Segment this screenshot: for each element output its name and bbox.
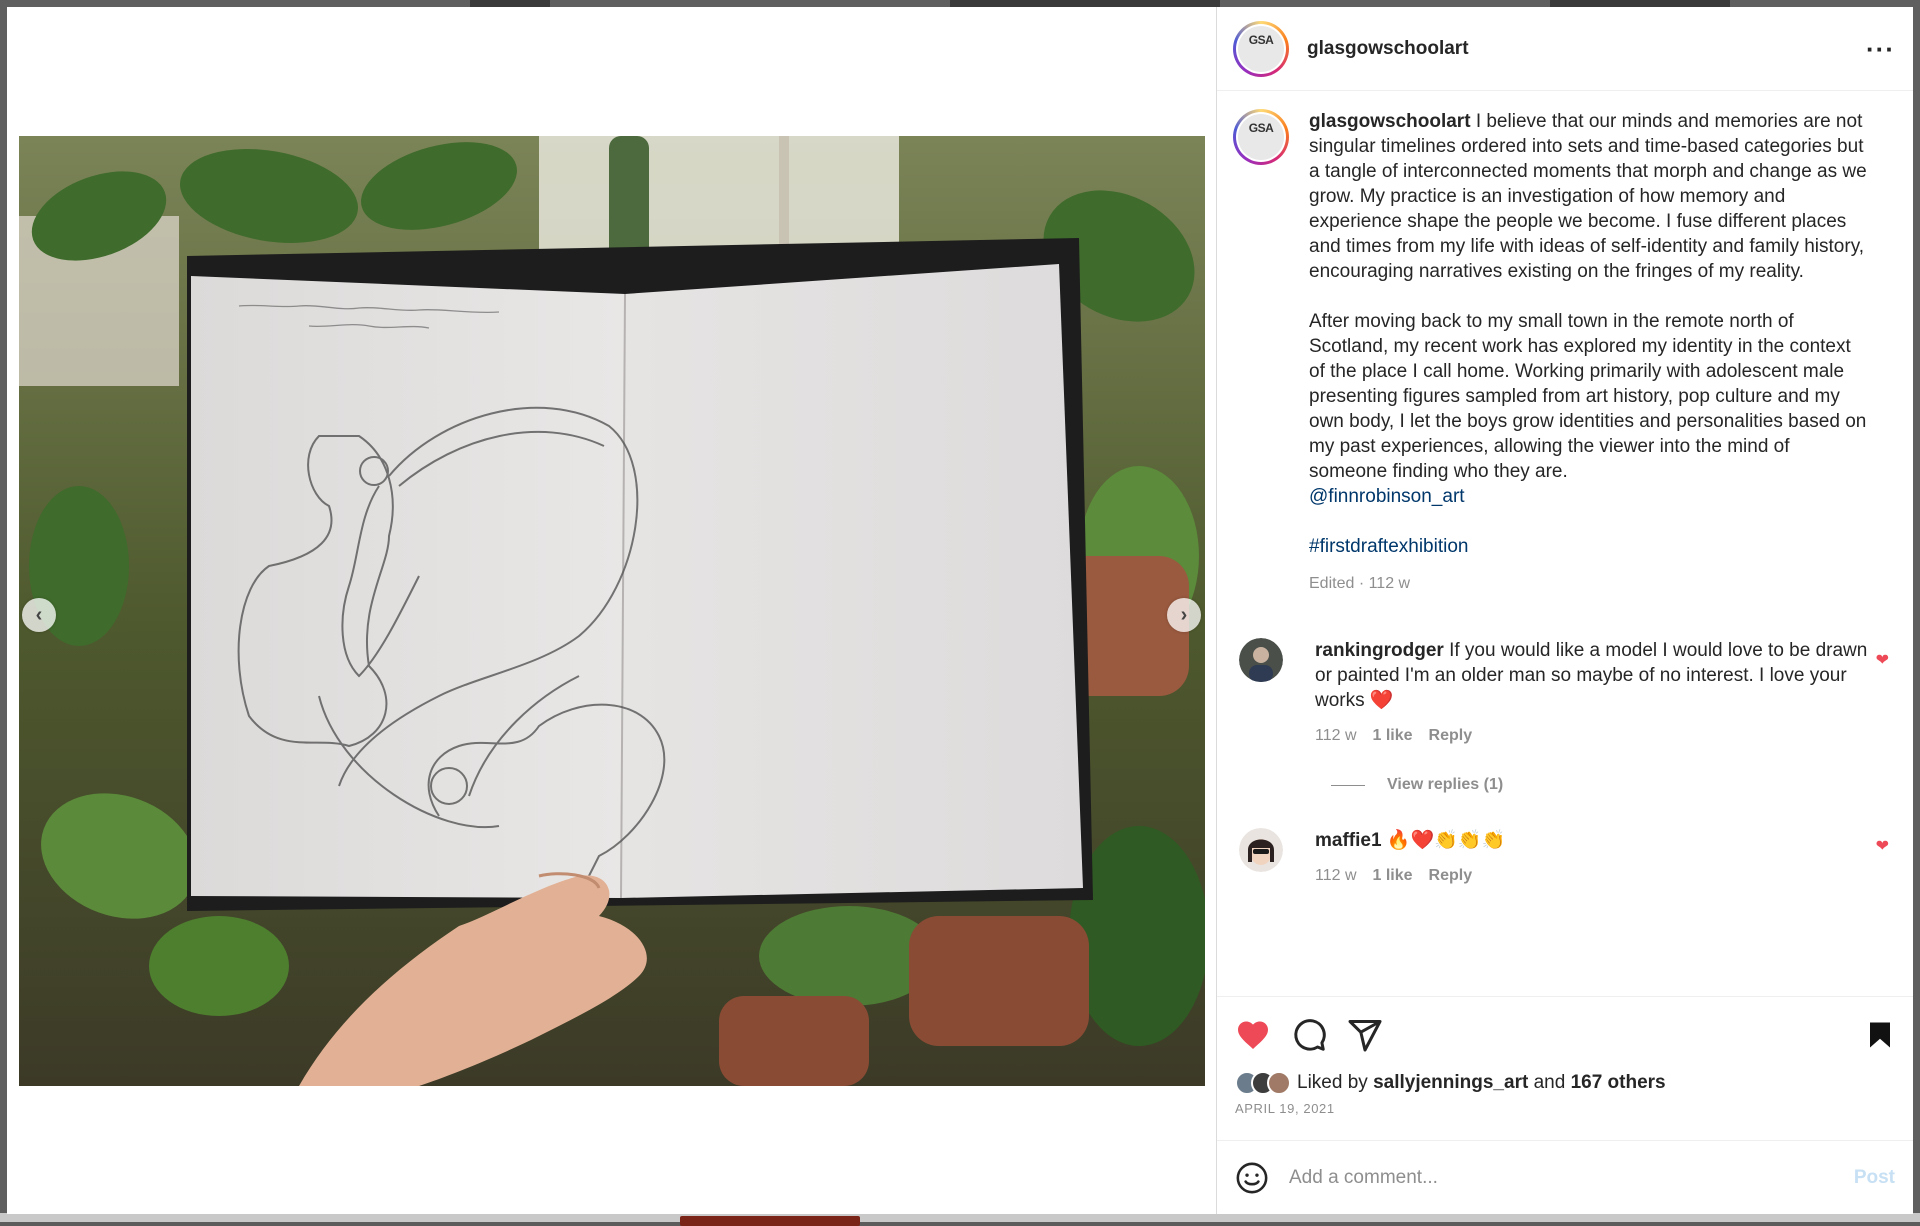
- backdrop-bottom: [0, 1213, 1920, 1222]
- backdrop-strip: [950, 0, 1220, 7]
- replies-divider: [1331, 785, 1365, 786]
- comment-like-heart-icon[interactable]: ❤: [1876, 836, 1889, 856]
- comment-body: maffie1 🔥❤️👏👏👏 112 w 1 like Reply: [1315, 828, 1875, 888]
- backdrop-strip: [470, 0, 550, 7]
- post-side-panel: GSA glasgowschoolart ··· GSA glasgowscho…: [1216, 7, 1913, 1214]
- liked-by-user[interactable]: sallyjennings_art: [1373, 1072, 1528, 1093]
- comment-like-heart-icon[interactable]: ❤: [1876, 650, 1889, 670]
- author-avatar[interactable]: GSA: [1233, 21, 1289, 77]
- bookmark-icon[interactable]: [1865, 1017, 1895, 1053]
- commenter-avatar[interactable]: [1239, 638, 1283, 682]
- commenter-username[interactable]: rankingrodger: [1315, 640, 1444, 661]
- author-username[interactable]: glasgowschoolart: [1307, 38, 1866, 60]
- post-caption: glasgowschoolart I believe that our mind…: [1309, 109, 1869, 596]
- comment-text: 🔥❤️👏👏👏: [1387, 830, 1505, 851]
- like-heart-icon[interactable]: [1235, 1017, 1271, 1053]
- commenter-avatar[interactable]: [1239, 828, 1283, 872]
- comment-item: maffie1 🔥❤️👏👏👏 112 w 1 like Reply ❤: [1233, 828, 1895, 888]
- avatar-frame: GSA: [1236, 112, 1286, 162]
- gsa-logo: GSA: [1238, 114, 1284, 160]
- comment-likes[interactable]: 1 like: [1373, 723, 1413, 748]
- comment-icon[interactable]: [1291, 1017, 1327, 1053]
- comment-body: rankingrodger If you would like a model …: [1315, 638, 1875, 748]
- likes-summary: Liked by sallyjennings_art and 167 other…: [1235, 1071, 1895, 1095]
- liker-avatars: [1235, 1071, 1283, 1095]
- liker-avatar: [1267, 1071, 1291, 1095]
- backdrop-title-fragment: [680, 1216, 860, 1226]
- sketchbook-photo: [19, 136, 1205, 1086]
- comment-likes[interactable]: 1 like: [1373, 863, 1413, 888]
- liked-by-others[interactable]: 167 others: [1571, 1072, 1666, 1093]
- liked-by-and: and: [1534, 1072, 1566, 1093]
- add-comment-bar: Post: [1217, 1140, 1913, 1214]
- comment-input[interactable]: [1289, 1167, 1854, 1189]
- post-modal: ‹ › GSA glasgowschoolart ··· GSA: [7, 7, 1913, 1214]
- comment-meta: 112 w 1 like Reply: [1315, 863, 1875, 888]
- post-header: GSA glasgowschoolart ···: [1217, 7, 1913, 91]
- comment-item: rankingrodger If you would like a model …: [1233, 638, 1895, 748]
- caption-paragraph-1: I believe that our minds and memories ar…: [1309, 111, 1867, 282]
- commenter-username[interactable]: maffie1: [1315, 830, 1382, 851]
- action-bar: [1235, 1013, 1895, 1057]
- gsa-logo: GSA: [1238, 26, 1284, 72]
- post-media: ‹ ›: [7, 7, 1216, 1214]
- emoji-icon[interactable]: [1235, 1161, 1269, 1195]
- caption-row: GSA glasgowschoolart I believe that our …: [1233, 109, 1895, 596]
- more-options-icon[interactable]: ···: [1866, 36, 1895, 62]
- mention-link[interactable]: @finnrobinson_art: [1309, 486, 1465, 507]
- liked-by-prefix: Liked by: [1297, 1072, 1368, 1093]
- reply-button[interactable]: Reply: [1429, 723, 1473, 748]
- post-comment-button[interactable]: Post: [1854, 1167, 1895, 1189]
- comment-meta: 112 w 1 like Reply: [1315, 723, 1875, 748]
- caption-edited-meta: Edited · 112 w: [1309, 571, 1869, 596]
- post-actions: Liked by sallyjennings_art and 167 other…: [1217, 996, 1913, 1116]
- share-icon[interactable]: [1347, 1017, 1383, 1053]
- backdrop-strip: [1550, 0, 1730, 7]
- comments-area: GSA glasgowschoolart I believe that our …: [1217, 91, 1913, 996]
- previous-image-button[interactable]: ‹: [22, 598, 56, 632]
- reply-button[interactable]: Reply: [1429, 863, 1473, 888]
- caption-author-avatar[interactable]: GSA: [1233, 109, 1289, 165]
- view-replies-label: View replies (1): [1387, 776, 1503, 794]
- post-photo: [19, 136, 1205, 1086]
- chevron-right-icon: ›: [1181, 605, 1188, 625]
- post-date: APRIL 19, 2021: [1235, 1101, 1895, 1116]
- avatar-frame: GSA: [1236, 24, 1286, 74]
- next-image-button[interactable]: ›: [1167, 598, 1201, 632]
- hashtag-link[interactable]: #firstdraftexhibition: [1309, 536, 1468, 557]
- view-replies-button[interactable]: View replies (1): [1331, 776, 1895, 794]
- liked-by-text: Liked by sallyjennings_art and 167 other…: [1297, 1072, 1666, 1094]
- chevron-left-icon: ‹: [36, 605, 43, 625]
- caption-username[interactable]: glasgowschoolart: [1309, 111, 1471, 132]
- caption-paragraph-2: After moving back to my small town in th…: [1309, 309, 1869, 484]
- comment-age: 112 w: [1315, 723, 1357, 748]
- comment-age: 112 w: [1315, 863, 1357, 888]
